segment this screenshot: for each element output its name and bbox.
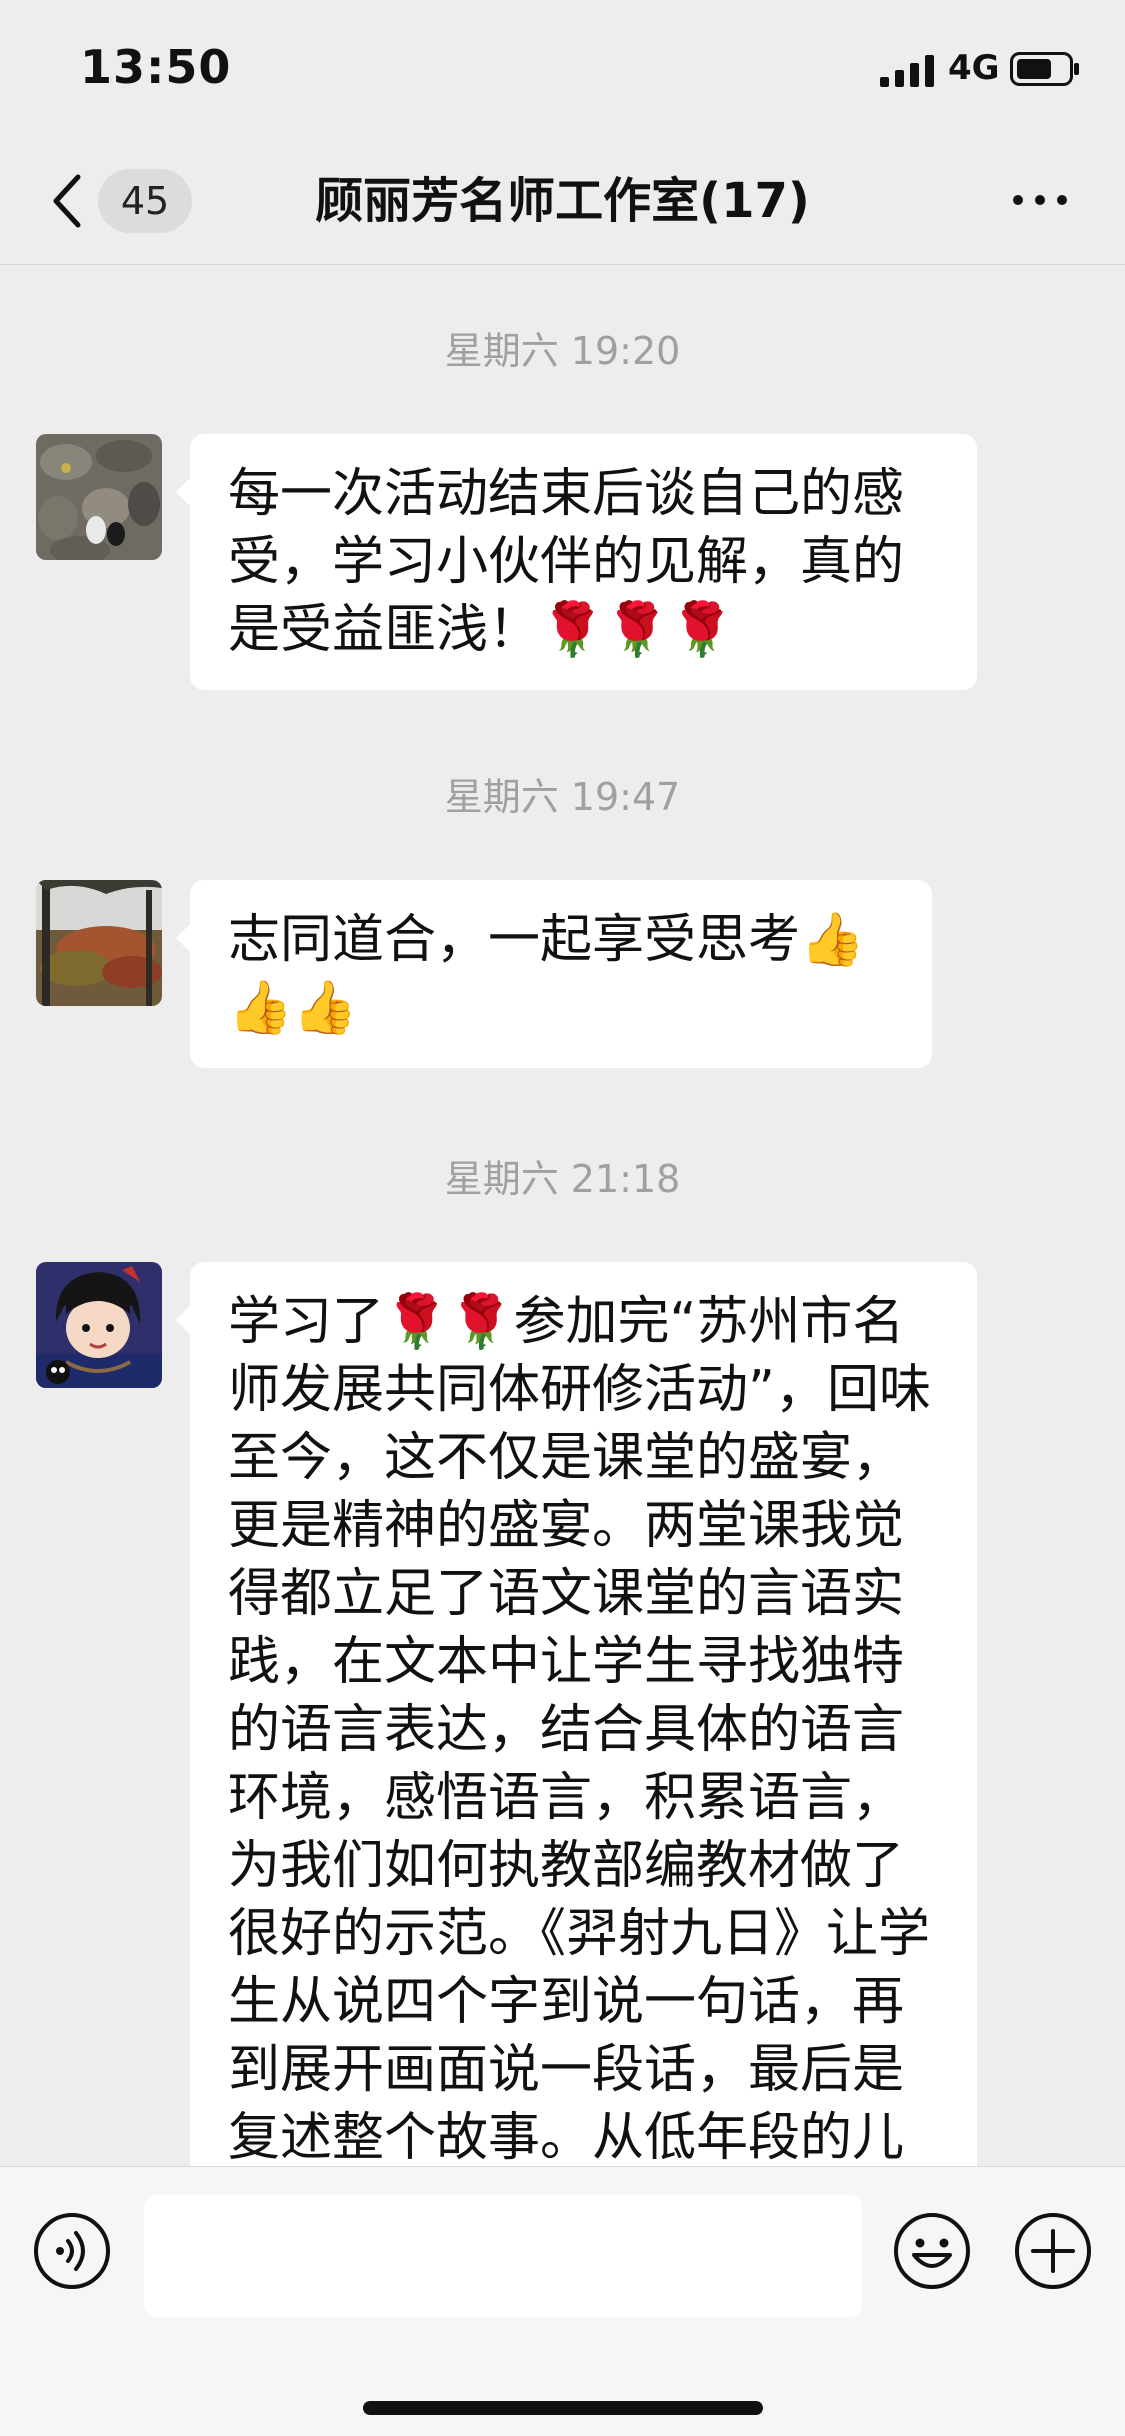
avatar[interactable]: [36, 434, 162, 560]
message-bubble[interactable]: 志同道合，一起享受思考👍👍👍: [176, 880, 932, 1068]
timestamp: 星期六 19:47: [444, 775, 681, 819]
status-time: 13:50: [80, 40, 232, 94]
autumn-trees-avatar-image: [36, 880, 162, 1006]
nav-bar: 45 顾丽芳名师工作室(17): [0, 135, 1125, 265]
plus-icon[interactable]: [1013, 2211, 1093, 2291]
stone-path-avatar-image: [36, 434, 162, 560]
cartoon-girl-avatar-image: [36, 1262, 162, 1388]
avatar[interactable]: [36, 880, 162, 1006]
network-label: 4G: [948, 48, 1000, 88]
more-icon[interactable]: [1010, 185, 1070, 215]
home-indicator: [363, 2401, 763, 2415]
unread-badge[interactable]: 45: [98, 169, 192, 233]
message-bubble[interactable]: 每一次活动结束后谈自己的感受，学习小伙伴的见解，真的是受益匪浅！🌹🌹🌹: [176, 434, 977, 690]
chat-area[interactable]: 星期六 19:20 每一次活动结束后谈自己的感受，学习小伙伴的见解，真的是受益匪…: [0, 266, 1125, 2166]
voice-icon[interactable]: [32, 2211, 112, 2291]
avatar[interactable]: [36, 1262, 162, 1388]
battery-icon: [1010, 52, 1079, 86]
message-input[interactable]: [144, 2195, 862, 2317]
message-bubble[interactable]: 学习了🌹🌹参加完“苏州市名师发展共同体研修活动”，回味至今，这不仅是课堂的盛宴，…: [176, 1262, 977, 2166]
input-bar: [0, 2166, 1125, 2436]
back-icon[interactable]: [48, 171, 88, 231]
chat-title: 顾丽芳名师工作室(17): [315, 173, 810, 229]
chat-screen: 13:50 4G 45 顾丽芳名师工作室(17) 星期六 19:20 每一次活动…: [0, 0, 1125, 2436]
timestamp: 星期六 21:18: [444, 1157, 681, 1201]
emoji-icon[interactable]: [892, 2211, 972, 2291]
status-bar: 13:50 4G: [0, 0, 1125, 135]
signal-icon: [880, 55, 934, 87]
timestamp: 星期六 19:20: [444, 329, 681, 373]
